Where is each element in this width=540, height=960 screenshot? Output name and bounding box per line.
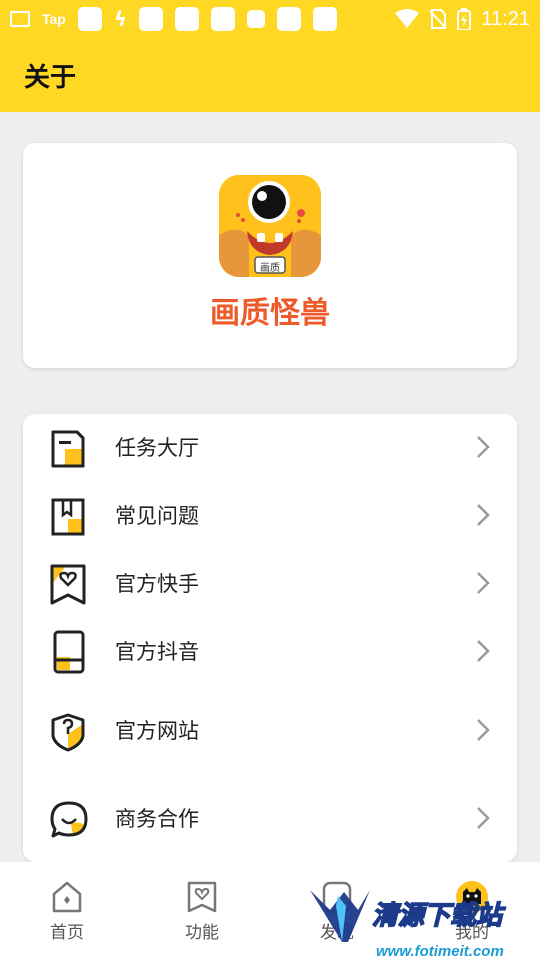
wifi-icon [395, 9, 420, 28]
page-title: 关于 [24, 62, 77, 93]
faq-book-icon [51, 498, 85, 536]
chevron-right-icon [477, 719, 490, 741]
menu-item-douyin[interactable]: 官方抖音 [23, 621, 517, 681]
notification-icon [211, 7, 236, 31]
chevron-right-icon [477, 572, 490, 594]
menu-item-website[interactable]: 官方网站 [23, 700, 517, 760]
menu-item-label: 官方快手 [115, 572, 199, 596]
watermark-logo: 清源下载站 www.fotimeit.com [310, 890, 507, 960]
shield-icon [51, 713, 85, 752]
tap-notification-label: Tap [42, 11, 66, 27]
chevron-right-icon [477, 436, 490, 458]
status-bar: Tap ϟ 11:21 [0, 0, 540, 38]
nav-tab-label: 首页 [50, 923, 84, 943]
menu-item-label: 常见问题 [115, 504, 199, 528]
menu-item-business[interactable]: 商务合作 [23, 788, 517, 848]
notification-icon [313, 7, 338, 31]
flash-icon: ϟ [113, 7, 128, 31]
phone-icon [53, 630, 85, 674]
chevron-right-icon [477, 807, 490, 829]
app-logo-badge: 画质 [260, 263, 280, 274]
chat-bubble-icon [50, 801, 88, 838]
menu-item-label: 官方网站 [115, 719, 199, 743]
nav-tab-home[interactable]: 首页 [22, 880, 112, 943]
task-icon [51, 430, 85, 468]
notification-icon [175, 7, 200, 31]
feature-heart-icon [187, 881, 217, 913]
menu-item-label: 官方抖音 [115, 640, 199, 664]
menu-item-label: 任务大厅 [115, 436, 199, 460]
nav-tab-label: 功能 [185, 923, 219, 943]
menu-item-faq[interactable]: 常见问题 [23, 485, 517, 545]
app-logo: 画质 [219, 175, 321, 277]
app-info-card: 画质 画质怪兽 [23, 143, 517, 368]
watermark-title: 清源下载站 [372, 901, 506, 931]
app-name: 画质怪兽 [210, 296, 330, 331]
chevron-right-icon [477, 504, 490, 526]
menu-item-kuaishou[interactable]: 官方快手 [23, 553, 517, 613]
chevron-right-icon [477, 640, 490, 662]
home-icon [52, 881, 82, 913]
notification-icon [139, 7, 164, 31]
menu-item-label: 商务合作 [115, 807, 199, 831]
notification-icon [247, 10, 266, 28]
menu-list: 任务大厅 常见问题 官方快手 官方抖音 官方网站 商务合作 [23, 414, 517, 862]
notification-icon [77, 7, 102, 31]
gallery-notification-icon [10, 11, 30, 27]
menu-item-task-hall[interactable]: 任务大厅 [23, 417, 517, 477]
kuaishou-heart-icon [50, 564, 86, 605]
title-bar: 关于 [0, 38, 540, 112]
watermark-url: www.fotimeit.com [376, 943, 504, 960]
notification-icon [277, 7, 302, 31]
clock: 11:21 [481, 7, 530, 30]
battery-charging-icon [457, 8, 472, 30]
no-sim-icon [429, 9, 448, 29]
nav-tab-features[interactable]: 功能 [157, 880, 247, 943]
